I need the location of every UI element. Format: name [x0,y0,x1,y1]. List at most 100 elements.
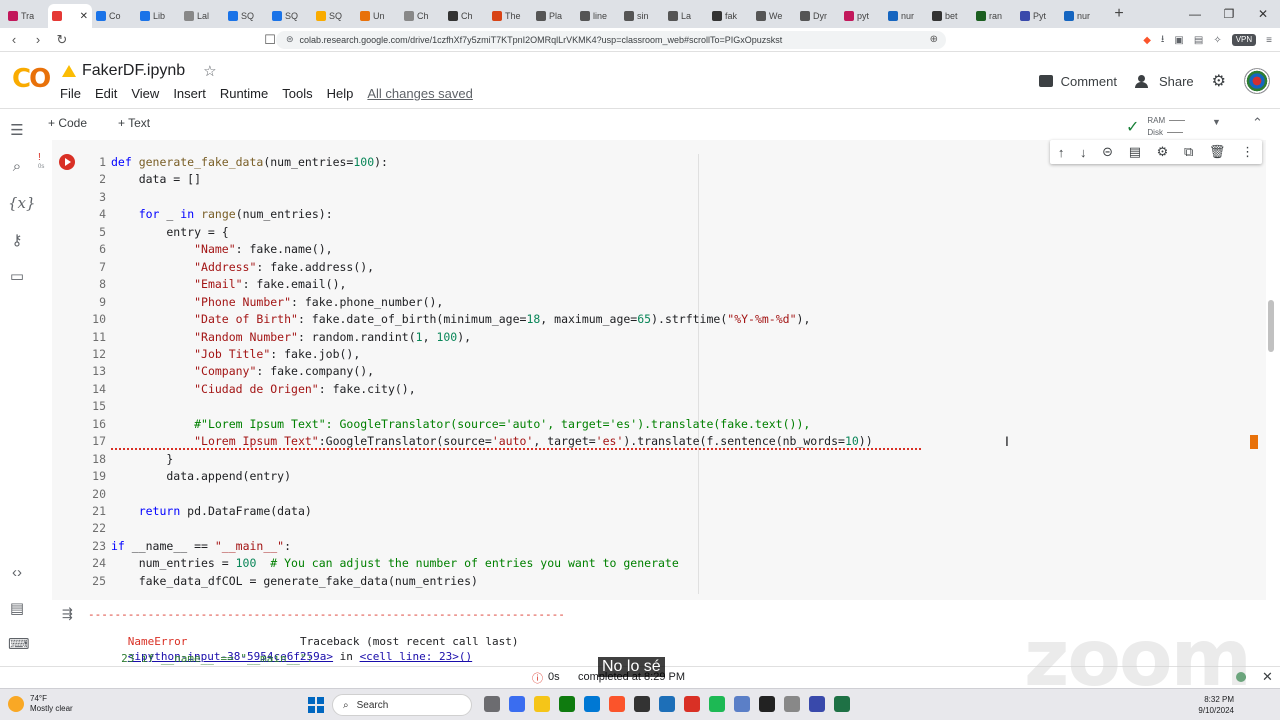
taskbar-app-icon[interactable] [659,696,675,712]
add-text-button[interactable]: + Text [118,116,150,130]
comment-cell-icon[interactable]: ▤ [1129,144,1141,160]
maximize-icon[interactable]: ❐ [1212,0,1246,28]
start-icon[interactable] [308,697,324,713]
share-button[interactable]: Share [1134,74,1194,89]
menu-item[interactable]: Tools [282,86,312,101]
settings-icon[interactable]: ⚙ [1212,71,1226,91]
browser-tab[interactable]: Dyr [796,4,840,28]
browser-tab[interactable]: Lib [136,4,180,28]
brave-shield-icon[interactable]: ◆ [1143,35,1151,46]
clock[interactable]: 8:32 PM 9/10/2024 [1198,694,1234,716]
browser-tab[interactable]: Lal [180,4,224,28]
taskbar-app-icon[interactable] [709,696,725,712]
menu-item[interactable]: Help [327,86,354,101]
secrets-key-icon[interactable]: ⚷ [8,232,26,250]
extensions-icon[interactable]: ✧ [1213,35,1221,46]
scrollbar[interactable] [1268,300,1274,352]
menu-item[interactable]: View [131,86,159,101]
menu-item[interactable]: File [60,86,81,101]
taskbar-app-icon[interactable] [784,696,800,712]
taskbar-app-icon[interactable] [609,696,625,712]
move-up-icon[interactable]: ↑ [1058,145,1065,160]
taskbar-search[interactable]: ⌕ Search [332,694,472,716]
drive-icon[interactable] [62,65,76,77]
taskbar-app-icon[interactable] [509,696,525,712]
notebook-title[interactable]: FakerDF.ipynb [82,62,185,80]
new-tab-button[interactable]: + [1108,5,1130,23]
browser-tab[interactable]: La [664,4,708,28]
avatar[interactable] [1244,68,1270,94]
browser-tab[interactable]: nur [884,4,928,28]
taskbar-app-icon[interactable] [684,696,700,712]
forward-icon[interactable]: › [28,32,48,47]
cell-settings-icon[interactable]: ⚙ [1157,144,1169,160]
download-icon[interactable]: ⭳ [1161,32,1165,49]
vpn-button[interactable]: VPN [1231,34,1257,46]
browser-tab[interactable]: pyt [840,4,884,28]
browser-tab[interactable]: bet [928,4,972,28]
taskbar-app-icon[interactable] [534,696,550,712]
table-of-contents-icon[interactable]: ☰ [8,122,26,140]
files-folder-icon[interactable]: ▭ [8,268,26,286]
close-tab-icon[interactable]: ✕ [80,11,88,22]
browser-tab[interactable]: Tra [4,4,48,28]
code-snippets-icon[interactable]: ‹› [8,564,26,582]
weather-widget[interactable]: 74°F Mostly clear [8,694,73,714]
browser-tab[interactable]: Ch [400,4,444,28]
menu-item[interactable]: Insert [173,86,206,101]
close-window-icon[interactable]: ✕ [1246,0,1280,28]
browser-tab[interactable]: We [752,4,796,28]
search-icon[interactable]: ⌕ [8,158,26,176]
taskbar-app-icon[interactable] [584,696,600,712]
url-bar[interactable]: ⊜ colab.research.google.com/drive/1czfhX… [276,30,946,49]
menu-item[interactable]: Edit [95,86,117,101]
taskbar-app-icon[interactable] [734,696,750,712]
zoom-icon[interactable]: ⊕ [930,34,938,45]
taskbar-app-icon[interactable] [834,696,850,712]
taskbar-app-icon[interactable] [809,696,825,712]
mirror-cell-icon[interactable]: ⧉ [1184,144,1193,160]
browser-tab[interactable]: ran [972,4,1016,28]
collapse-header-icon[interactable]: ⌃ [1252,115,1263,131]
back-icon[interactable]: ‹ [4,32,24,47]
star-icon[interactable]: ☆ [203,62,216,80]
variables-icon[interactable]: {x} [8,194,36,212]
browser-tab[interactable]: Pyt [1016,4,1060,28]
taskbar-app-icon[interactable] [634,696,650,712]
move-down-icon[interactable]: ↓ [1080,145,1087,160]
browser-tab[interactable]: The [488,4,532,28]
site-info-icon[interactable]: ⊜ [286,34,294,45]
browser-tab[interactable]: fak [708,4,752,28]
browser-tab[interactable]: nur [1060,4,1104,28]
colab-logo[interactable]: CO [12,64,51,94]
terminal-icon[interactable]: ⌨ [8,636,30,654]
browser-tab[interactable]: SQ [224,4,268,28]
sidebar-icon[interactable]: ▤ [1194,35,1203,46]
browser-tab[interactable]: SQ [312,4,356,28]
browser-tab[interactable]: sin [620,4,664,28]
link-icon[interactable]: ⊝ [1102,144,1113,160]
browser-tab[interactable]: line [576,4,620,28]
taskbar-app-icon[interactable] [559,696,575,712]
browser-tab[interactable]: ✕ [48,4,92,28]
resource-indicator[interactable]: ✓ RAM Disk [1126,115,1186,139]
close-status-icon[interactable]: ✕ [1262,669,1273,685]
menu-item[interactable]: Runtime [220,86,268,101]
browser-tab[interactable]: Ch [444,4,488,28]
cell-line-link[interactable]: <cell line: 23>() [360,650,473,663]
output-settings-icon[interactable]: ⇶ [62,606,73,622]
menu-icon[interactable]: ≡ [1266,35,1272,46]
runtime-dropdown-icon[interactable]: ▼ [1212,117,1221,127]
browser-tab[interactable]: Un [356,4,400,28]
browser-tab[interactable]: Pla [532,4,576,28]
add-code-button[interactable]: + Code [48,116,87,130]
taskbar-app-icon[interactable] [484,696,500,712]
taskbar-app-icon[interactable] [759,696,775,712]
minimize-icon[interactable]: — [1178,0,1212,28]
delete-icon[interactable]: 🗑 [1209,144,1226,160]
comment-button[interactable]: Comment [1038,74,1117,89]
save-status-link[interactable]: All changes saved [367,86,473,101]
command-palette-icon[interactable]: ▤ [8,600,26,618]
reload-icon[interactable]: ↻ [52,32,72,48]
run-cell-button[interactable] [59,154,75,170]
